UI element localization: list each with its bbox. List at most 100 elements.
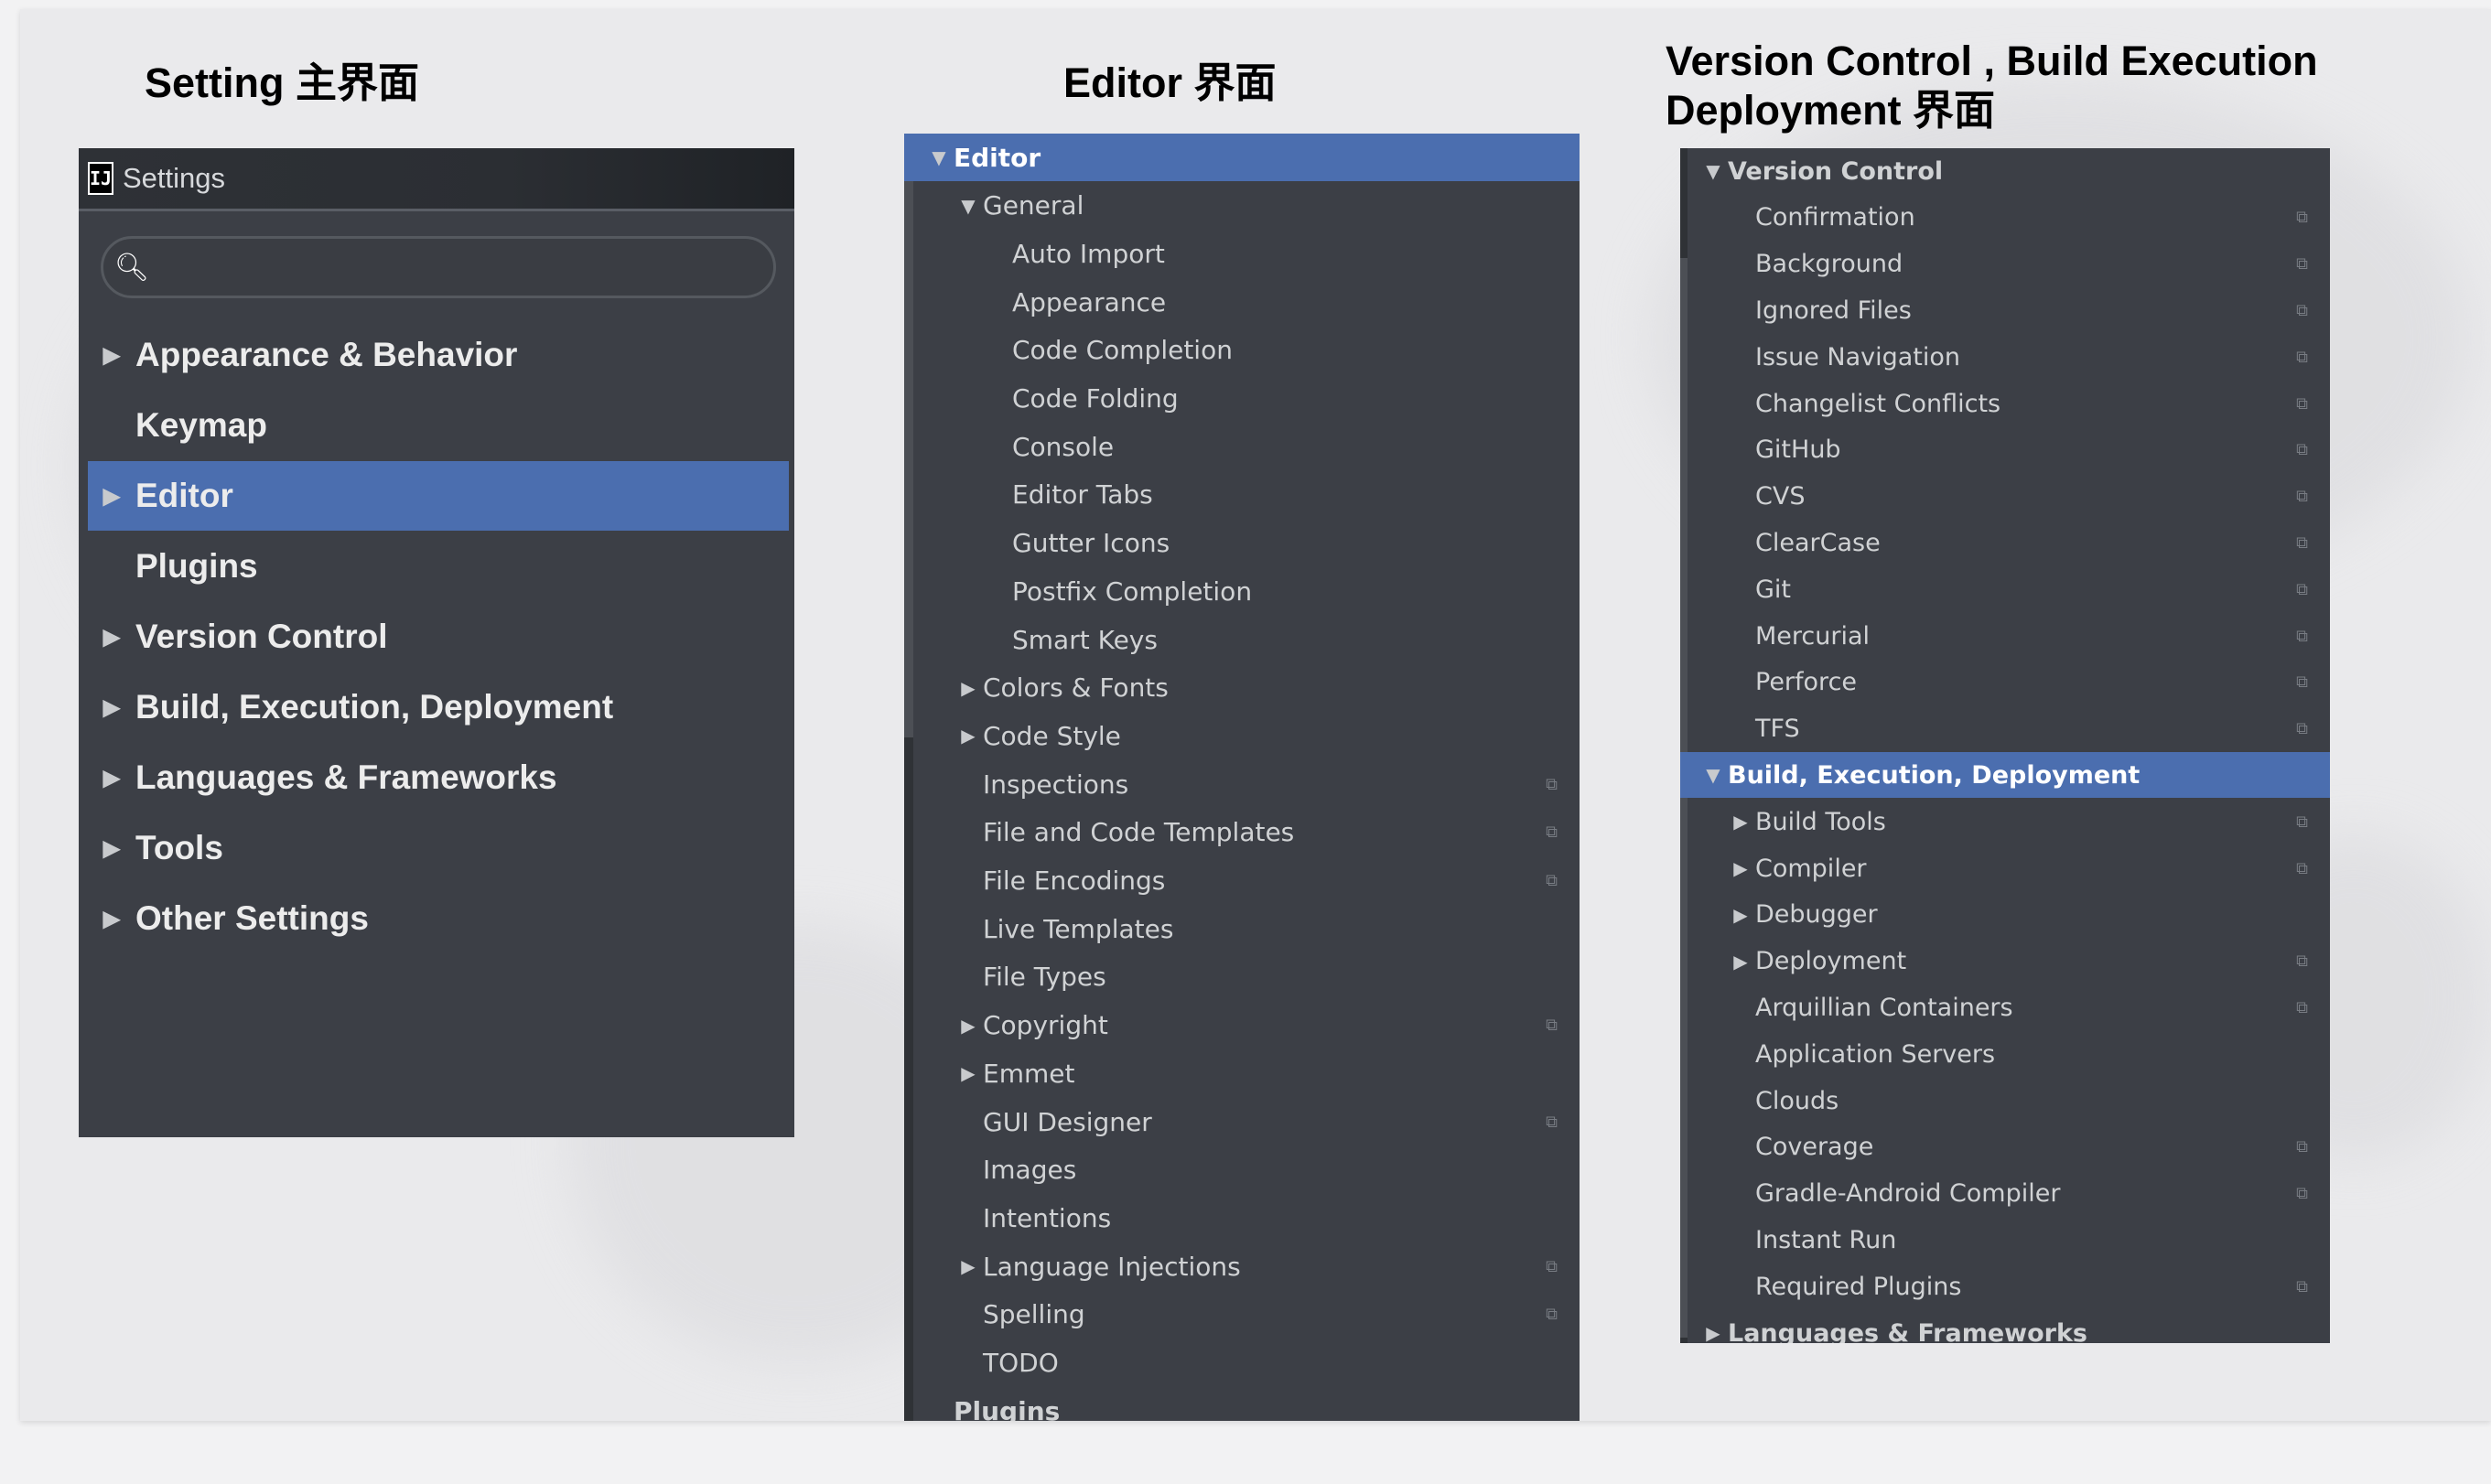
tree-row[interactable]: Inspections ⧉ xyxy=(904,760,1580,808)
tree-row-label: Editor xyxy=(954,142,1041,173)
tree-row[interactable]: File Encodings ⧉ xyxy=(904,857,1580,905)
tree-row[interactable]: Git ⧉ xyxy=(1680,566,2330,612)
tree-row[interactable]: Intentions xyxy=(904,1194,1580,1242)
settings-category-label: Editor xyxy=(135,477,233,514)
tree-row[interactable]: ▼ Editor xyxy=(904,134,1580,181)
copy-project-settings-icon: ⧉ xyxy=(2296,997,2308,1017)
search-input[interactable]: 🔍︎ xyxy=(101,236,776,298)
tree-row[interactable]: ▶ Compiler ⧉ xyxy=(1680,845,2330,891)
tree-row[interactable]: Clouds xyxy=(1680,1078,2330,1124)
tree-row[interactable]: Postfix Completion xyxy=(904,567,1580,615)
tree-row[interactable]: Appearance xyxy=(904,278,1580,326)
tree-row[interactable]: Issue Navigation ⧉ xyxy=(1680,334,2330,380)
tree-row[interactable]: Live Templates xyxy=(904,905,1580,952)
tree-row[interactable]: ▶ Language Injections ⧉ xyxy=(904,1242,1580,1290)
triangle-right-icon[interactable]: ▶ xyxy=(1726,904,1755,926)
triangle-right-icon[interactable]: ▶ xyxy=(1726,857,1755,879)
settings-category-item[interactable]: Keymap xyxy=(88,391,789,460)
settings-window: IJ Settings 🔍︎ ▶ Appearance & Behavior Key… xyxy=(79,148,794,1137)
triangle-right-icon[interactable]: ▶ xyxy=(88,694,135,721)
tree-row[interactable]: TFS ⧉ xyxy=(1680,706,2330,752)
tree-row[interactable]: Arquillian Containers ⧉ xyxy=(1680,984,2330,1030)
tree-row[interactable]: ▶ Code Style xyxy=(904,712,1580,759)
tree-row[interactable]: ▼ General xyxy=(904,182,1580,230)
triangle-right-icon[interactable]: ▶ xyxy=(88,342,135,369)
tree-row[interactable]: Plugins xyxy=(904,1387,1580,1421)
copy-project-settings-icon: ⧉ xyxy=(2296,254,2308,274)
settings-category-item[interactable]: ▶ Appearance & Behavior xyxy=(88,320,789,390)
tree-row[interactable]: TODO xyxy=(904,1339,1580,1387)
tree-row[interactable]: File Types xyxy=(904,953,1580,1001)
tree-row[interactable]: ▶ Debugger xyxy=(1680,892,2330,938)
tree-row[interactable]: ▶ Colors & Fonts xyxy=(904,664,1580,712)
tree-row[interactable]: Gutter Icons xyxy=(904,520,1580,567)
tree-row[interactable]: Editor Tabs xyxy=(904,471,1580,519)
tree-row-label: ClearCase xyxy=(1755,528,1881,557)
triangle-right-icon[interactable]: ▶ xyxy=(954,1015,983,1037)
tree-row[interactable]: File and Code Templates ⧉ xyxy=(904,809,1580,856)
tree-row[interactable]: ClearCase ⧉ xyxy=(1680,520,2330,565)
settings-category-item[interactable]: ▶ Build, Execution, Deployment xyxy=(88,672,789,742)
tree-row-label: TFS xyxy=(1755,715,1800,744)
tree-row[interactable]: Coverage ⧉ xyxy=(1680,1124,2330,1170)
tree-row[interactable]: Code Folding xyxy=(904,375,1580,423)
triangle-right-icon[interactable]: ▶ xyxy=(954,677,983,699)
tree-row[interactable]: Ignored Files ⧉ xyxy=(1680,287,2330,333)
triangle-right-icon[interactable]: ▶ xyxy=(1726,811,1755,833)
tree-row-label: Code Completion xyxy=(1012,335,1233,366)
tree-row[interactable]: Background ⧉ xyxy=(1680,242,2330,287)
tree-row-label: Coverage xyxy=(1755,1133,1874,1162)
triangle-right-icon[interactable]: ▶ xyxy=(954,1062,983,1084)
tree-row[interactable]: ▶ Deployment ⧉ xyxy=(1680,939,2330,984)
tree-row[interactable]: Console xyxy=(904,423,1580,470)
triangle-right-icon[interactable]: ▶ xyxy=(88,624,135,651)
settings-category-item[interactable]: ▶ Version Control xyxy=(88,602,789,672)
tree-row[interactable]: Code Completion xyxy=(904,327,1580,374)
triangle-down-icon[interactable]: ▼ xyxy=(1698,764,1728,786)
triangle-right-icon[interactable]: ▶ xyxy=(88,483,135,510)
settings-category-item[interactable]: ▶ Editor xyxy=(88,461,789,531)
tree-row[interactable]: ▶ Emmet xyxy=(904,1049,1580,1097)
tree-row[interactable]: ▼ Version Control xyxy=(1680,148,2330,194)
tree-row-label: Perforce xyxy=(1755,668,1858,697)
settings-category-item[interactable]: ▶ Languages & Frameworks xyxy=(88,743,789,812)
copy-project-settings-icon: ⧉ xyxy=(1546,1112,1558,1132)
triangle-right-icon[interactable]: ▶ xyxy=(88,906,135,932)
triangle-right-icon[interactable]: ▶ xyxy=(954,1255,983,1277)
tree-row[interactable]: Auto Import xyxy=(904,230,1580,277)
settings-category-item[interactable]: Plugins xyxy=(88,532,789,601)
tree-row-label: Clouds xyxy=(1755,1086,1839,1115)
settings-category-item[interactable]: ▶ Tools xyxy=(88,813,789,883)
triangle-right-icon[interactable]: ▶ xyxy=(88,835,135,862)
heading-vc-line2: Deployment 界面 xyxy=(1666,87,1996,134)
copy-project-settings-icon: ⧉ xyxy=(2296,440,2308,460)
tree-row[interactable]: CVS ⧉ xyxy=(1680,474,2330,520)
tree-row[interactable]: GitHub ⧉ xyxy=(1680,427,2330,473)
tree-row[interactable]: Changelist Conflicts ⧉ xyxy=(1680,381,2330,426)
triangle-right-icon[interactable]: ▶ xyxy=(1698,1322,1728,1343)
triangle-right-icon[interactable]: ▶ xyxy=(954,725,983,747)
tree-row[interactable]: Gradle-Android Compiler ⧉ xyxy=(1680,1171,2330,1217)
tree-row[interactable]: Application Servers xyxy=(1680,1031,2330,1077)
tree-row[interactable]: Spelling ⧉ xyxy=(904,1291,1580,1339)
tree-row[interactable]: Images xyxy=(904,1146,1580,1194)
tree-row[interactable]: Instant Run xyxy=(1680,1217,2330,1263)
triangle-down-icon[interactable]: ▼ xyxy=(954,195,983,217)
tree-row[interactable]: Required Plugins ⧉ xyxy=(1680,1264,2330,1309)
triangle-down-icon[interactable]: ▼ xyxy=(924,146,954,168)
triangle-right-icon[interactable]: ▶ xyxy=(88,765,135,791)
tree-row[interactable]: Mercurial ⧉ xyxy=(1680,613,2330,659)
tree-row-label: Mercurial xyxy=(1755,621,1871,651)
tree-row[interactable]: ▶ Languages & Frameworks xyxy=(1680,1310,2330,1344)
tree-row[interactable]: GUI Designer ⧉ xyxy=(904,1098,1580,1145)
tree-row[interactable]: ▼ Build, Execution, Deployment xyxy=(1680,752,2330,799)
tree-row[interactable]: Smart Keys xyxy=(904,616,1580,663)
settings-category-item[interactable]: ▶ Other Settings xyxy=(88,884,789,953)
tree-row[interactable]: ▶ Build Tools ⧉ xyxy=(1680,799,2330,844)
triangle-down-icon[interactable]: ▼ xyxy=(1698,160,1728,182)
tree-row[interactable]: Perforce ⧉ xyxy=(1680,660,2330,705)
tree-row[interactable]: Confirmation ⧉ xyxy=(1680,195,2330,241)
triangle-right-icon[interactable]: ▶ xyxy=(1726,951,1755,973)
copy-project-settings-icon: ⧉ xyxy=(2296,487,2308,507)
tree-row[interactable]: ▶ Copyright ⧉ xyxy=(904,1002,1580,1049)
